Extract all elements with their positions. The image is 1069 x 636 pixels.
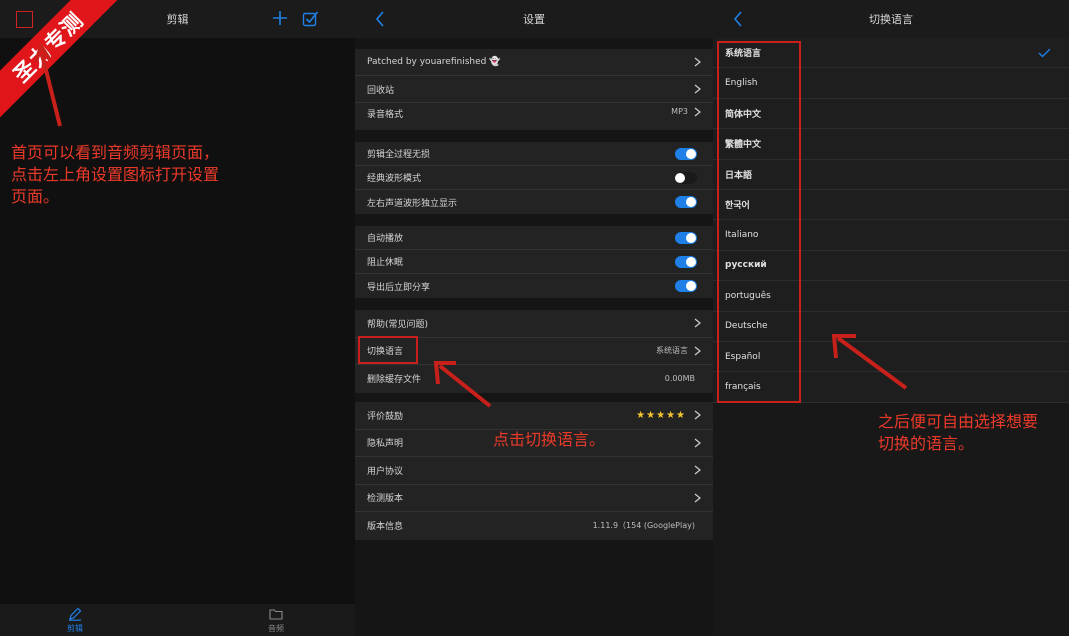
rating-stars: ★★★★★ (636, 409, 686, 421)
chevron-right-icon (694, 438, 701, 448)
edit-annotation: 首页可以看到音频剪辑页面，点击左上角设置图标打开设置页面。 (11, 143, 220, 206)
rate-label: 评价鼓励 (367, 411, 404, 422)
switch-language-value: 系统语言 (656, 346, 688, 356)
check-version-row[interactable]: 检测版本 (355, 485, 713, 512)
clear-cache-label: 删除缓存文件 (367, 375, 422, 386)
record-format-value: MP3 (671, 107, 688, 116)
language-annotation: 之后便可自由选择想要切换的语言。 (878, 412, 1039, 453)
settings-icon[interactable] (16, 11, 33, 28)
user-agreement-row[interactable]: 用户协议 (355, 457, 713, 485)
chevron-right-icon (694, 84, 701, 94)
language-row-highlight (358, 336, 418, 364)
stereo-split-row: 左右声道波形独立显示 (355, 190, 713, 214)
back-button[interactable] (733, 10, 745, 28)
pencil-icon (69, 607, 82, 621)
settings-panel: 设置 Patched by youarefinished 👻 回收站 录音格式 … (355, 0, 713, 636)
chevron-right-icon (694, 346, 701, 356)
chevron-right-icon (694, 465, 701, 475)
chevron-right-icon (694, 107, 701, 117)
patched-label: Patched by youarefinished 👻 (367, 57, 501, 67)
chevron-left-icon (375, 11, 384, 27)
lossless-row: 剪辑全过程无损 (355, 142, 713, 166)
language-list-highlight (717, 41, 801, 403)
settings-group-playback: 自动播放 阻止休眠 导出后立即分享 (355, 226, 713, 298)
share-after-export-row: 导出后立即分享 (355, 274, 713, 298)
lossless-toggle[interactable] (675, 147, 697, 160)
cache-size-value: 0.00MB (664, 374, 695, 384)
bottom-tabbar: 剪辑 音频 (0, 604, 355, 636)
settings-group-waveform: 剪辑全过程无损 经典波形模式 左右声道波形独立显示 (355, 142, 713, 214)
record-format-label: 录音格式 (367, 110, 404, 120)
multi-select-icon[interactable] (302, 10, 319, 27)
tab-audio[interactable]: 音频 (246, 607, 306, 634)
arrow-annotation (433, 361, 492, 408)
tab-edit[interactable]: 剪辑 (45, 607, 105, 634)
share-after-export-label: 导出后立即分享 (367, 282, 431, 293)
stereo-split-label: 左右声道波形独立显示 (367, 198, 458, 209)
settings-navbar: 设置 (355, 0, 713, 38)
settings-page-title: 设置 (523, 13, 545, 26)
user-agreement-label: 用户协议 (367, 466, 404, 477)
version-info-row: 版本信息 1.11.9（154 (GooglePlay) (355, 512, 713, 540)
autoplay-row: 自动播放 (355, 226, 713, 250)
no-sleep-row: 阻止休眠 (355, 250, 713, 274)
chevron-right-icon (694, 493, 701, 503)
share-after-export-toggle[interactable] (675, 280, 697, 292)
classic-wave-label: 经典波形模式 (367, 174, 422, 184)
settings-group-about: 评价鼓励 ★★★★★ 隐私声明 用户协议 检测版本 版本信息 1.11.9（15… (355, 402, 713, 540)
settings-group-general: Patched by youarefinished 👻 回收站 录音格式 MP3 (355, 49, 713, 130)
record-format-row[interactable]: 录音格式 MP3 (355, 103, 713, 130)
clear-cache-row[interactable]: 删除缓存文件 0.00MB (355, 365, 713, 393)
autoplay-toggle[interactable] (675, 231, 697, 244)
no-sleep-toggle[interactable] (675, 255, 697, 268)
settings-annotation: 点击切换语言。 (493, 430, 606, 449)
language-navbar: 切换语言 (713, 0, 1069, 38)
back-button[interactable] (375, 10, 387, 28)
chevron-right-icon (694, 318, 701, 328)
no-sleep-label: 阻止休眠 (367, 258, 404, 268)
rate-row[interactable]: 评价鼓励 ★★★★★ (355, 402, 713, 430)
help-row[interactable]: 帮助(常见问题) (355, 310, 713, 338)
version-value: 1.11.9（154 (GooglePlay) (592, 521, 695, 531)
chevron-right-icon (694, 57, 701, 67)
classic-wave-toggle[interactable] (675, 171, 697, 184)
arrow-annotation (34, 41, 62, 127)
classic-wave-row: 经典波形模式 (355, 166, 713, 190)
tab-edit-label: 剪辑 (67, 624, 83, 633)
help-label: 帮助(常见问题) (367, 319, 429, 330)
patched-row[interactable]: Patched by youarefinished 👻 (355, 49, 713, 76)
chevron-left-icon (733, 11, 742, 27)
version-info-label: 版本信息 (367, 522, 404, 533)
recycle-bin-label: 回收站 (367, 85, 395, 96)
check-version-label: 检测版本 (367, 494, 404, 505)
arrow-annotation (831, 334, 908, 390)
edit-page-title: 剪辑 (166, 13, 189, 26)
lossless-label: 剪辑全过程无损 (367, 150, 431, 160)
stereo-split-toggle[interactable] (675, 196, 697, 208)
folder-icon (269, 609, 283, 620)
tab-audio-label: 音频 (268, 624, 284, 633)
checkmark-icon (1038, 48, 1051, 58)
autoplay-label: 自动播放 (367, 234, 404, 244)
chevron-right-icon (694, 410, 701, 420)
add-icon[interactable] (272, 10, 288, 26)
recycle-bin-row[interactable]: 回收站 (355, 76, 713, 103)
language-page-title: 切换语言 (869, 13, 913, 26)
